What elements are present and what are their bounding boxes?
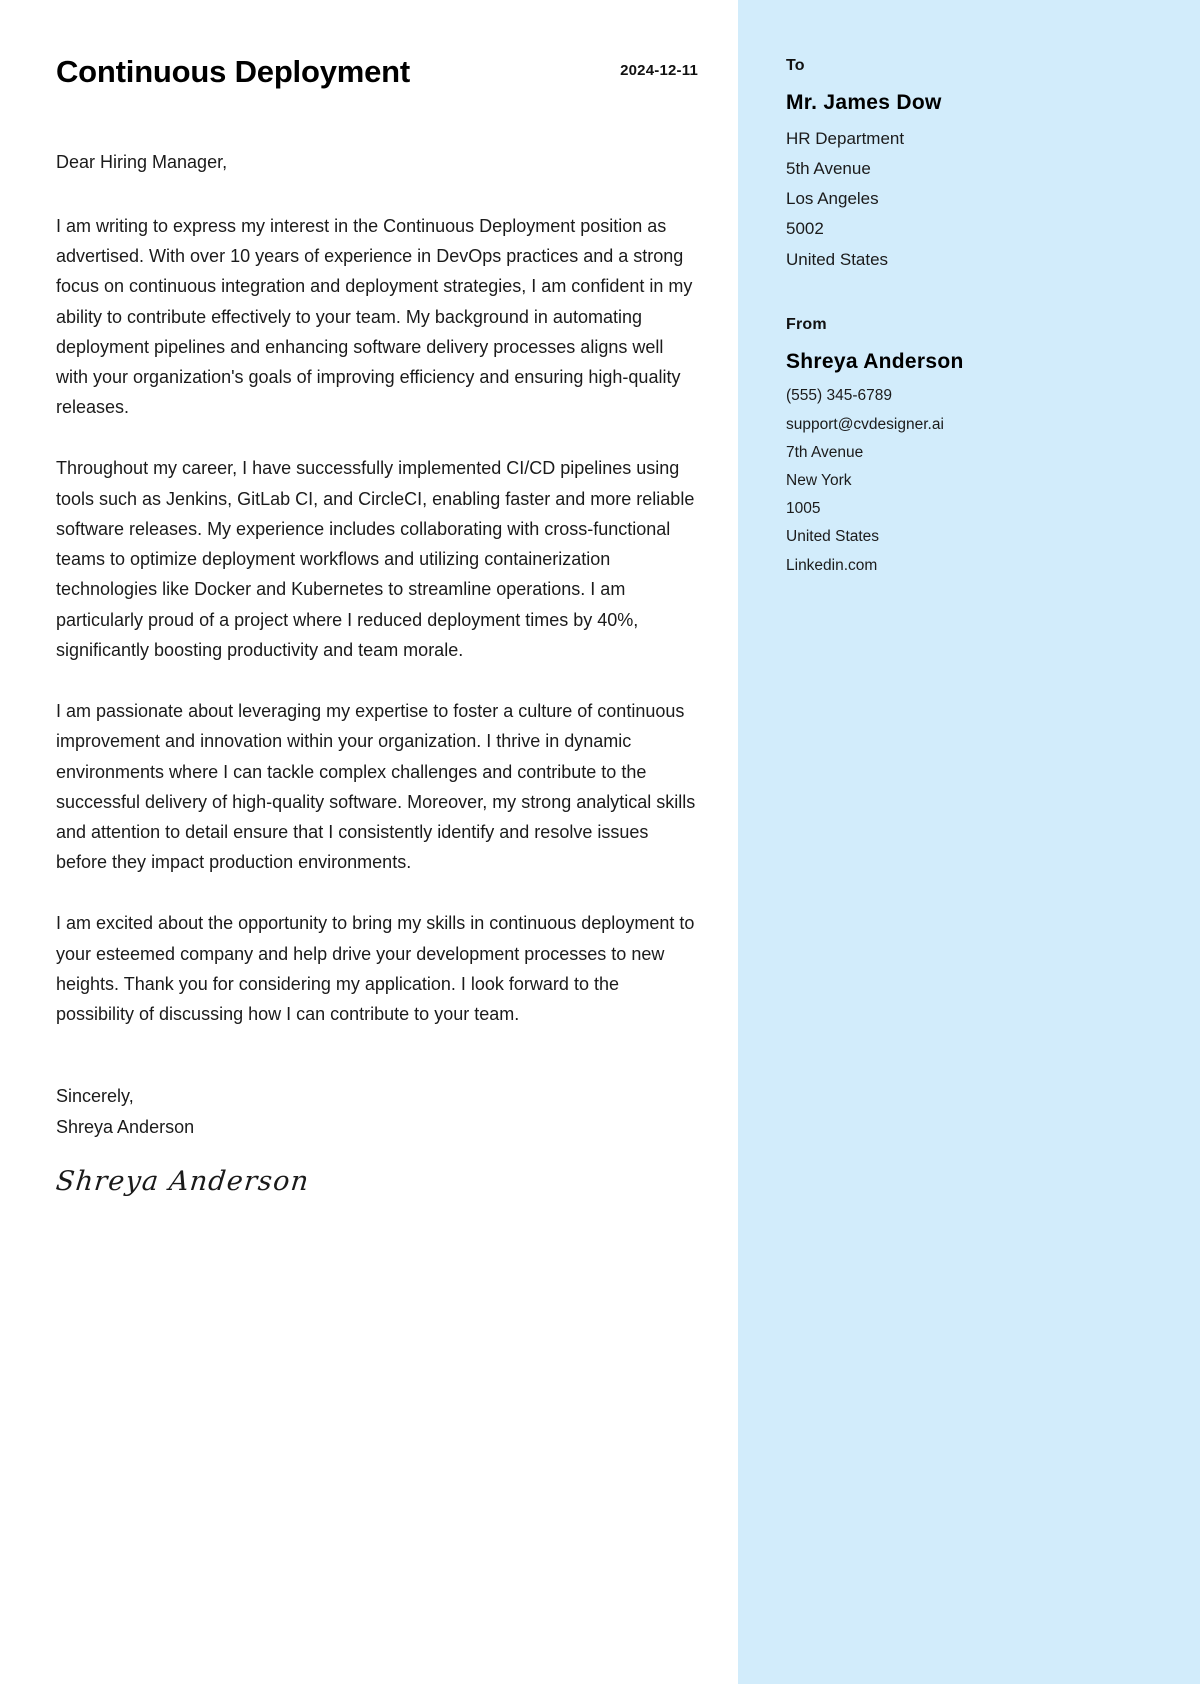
signature-mark: Shreya Anderson [54,1166,311,1198]
closing-name: Shreya Anderson [56,1117,195,1138]
recipient-line: United States [786,249,889,269]
recipient-line: 5th Avenue [786,158,871,178]
letter-paragraph: I am passionate about leveraging my expe… [56,701,696,873]
sender-phone: (555) 345-6789 [786,387,892,405]
sender-linkedin[interactable]: Linkedin.com [786,552,1160,580]
letter-paragraph: Throughout my career, I have successfull… [56,458,695,660]
sender-city: New York [786,471,852,489]
sender-country: United States [786,528,880,546]
recipient-line: HR Department [786,128,905,148]
page-title: Continuous Deployment [56,54,411,89]
letter-paragraph: I am excited about the opportunity to br… [56,913,695,1025]
sender-name: Shreya Anderson [786,349,964,373]
cover-letter-page: Continuous Deployment 2024-12-11 Dear Hi… [0,0,1200,1684]
sender-street: 7th Avenue [786,443,864,461]
letter-date: 2024-12-11 [620,62,698,79]
recipient-label: To [786,57,805,74]
sender-block: From Shreya Anderson (555) 345-6789 supp… [786,315,1160,580]
letter-column: Continuous Deployment 2024-12-11 Dear Hi… [0,0,738,1684]
sender-label: From [786,315,827,333]
recipient-line: 5002 [786,219,824,239]
sender-email[interactable]: support@cvdesigner.ai [786,411,1160,439]
recipient-name: Mr. James Dow [786,91,942,115]
letter-paragraph: I am writing to express my interest in t… [56,215,693,418]
recipient-block: To Mr. James Dow HR Department 5th Avenu… [786,56,1160,275]
contact-sidebar: To Mr. James Dow HR Department 5th Avenu… [738,0,1200,1684]
letter-header: Continuous Deployment 2024-12-11 [56,54,698,90]
closing-word: Sincerely, [56,1086,134,1107]
salutation: Dear Hiring Manager, [56,151,228,172]
letter-closing: Sincerely, Shreya Anderson Shreya Anders… [54,1081,698,1198]
recipient-line: Los Angeles [786,189,879,209]
sender-postcode: 1005 [786,500,821,518]
